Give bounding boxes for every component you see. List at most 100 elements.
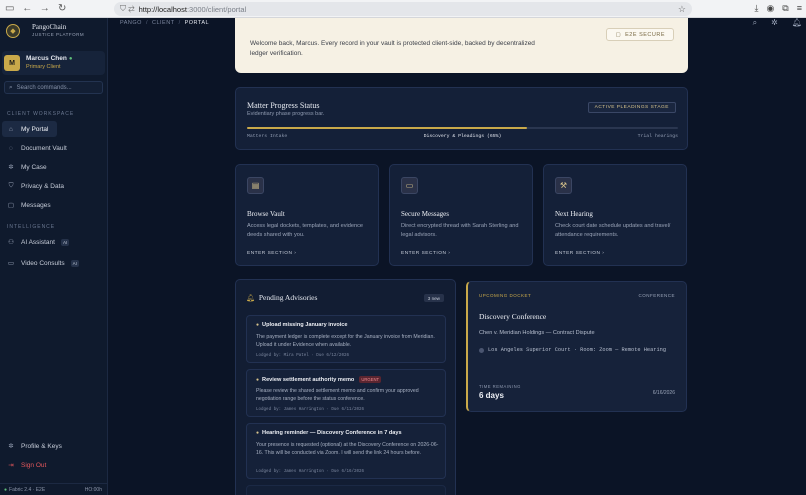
notifications-icon[interactable]: 🔔︎ — [792, 18, 802, 28]
extensions-icon[interactable]: ⧉ — [782, 3, 788, 14]
advisory-title: Upload missing January invoice — [262, 322, 348, 328]
breadcrumb-item[interactable]: CLIENT — [152, 20, 175, 26]
top-actions: ⌕ ✲ 🔔︎ — [753, 18, 802, 28]
advisory-meta: Lodged by: James Harrington · Due 6/16/2… — [256, 470, 365, 474]
sidebar-item-video-consults[interactable]: ▭ Video Consults AI — [0, 255, 107, 271]
sidebar-item-label: Video Consults — [21, 259, 65, 267]
sidebar-item-document-vault[interactable]: ◌ Document Vault — [0, 140, 107, 156]
tile-enter-link[interactable]: ENTER SECTION › — [247, 251, 296, 256]
address-bar[interactable]: ⛉ ⇄ http://localhost :3000/client/portal… — [114, 2, 692, 16]
brand[interactable]: ◆ PangoChain JUSTICE PLATFORM — [0, 18, 107, 44]
back-icon[interactable]: ← — [22, 3, 34, 14]
bullet-icon: ● — [256, 322, 260, 328]
sidebar-item-ai-assistant[interactable]: ⚇ AI Assistant AI — [0, 234, 107, 250]
video-icon: ▭ — [7, 260, 15, 267]
advisories-count-badge: 3 new — [423, 294, 444, 302]
advisory-meta: Lodged by: James Harrington · Due 6/11/2… — [256, 408, 365, 412]
gear-icon: ✲ — [8, 164, 14, 171]
reload-icon[interactable]: ↻ — [57, 3, 69, 14]
sidebar-item-my-portal[interactable]: ⌂ My Portal — [2, 121, 57, 137]
tile-enter-link[interactable]: ENTER SECTION › — [555, 251, 604, 256]
bullet-icon: ● — [256, 430, 260, 436]
e2e-label: E2E SECURE — [625, 31, 665, 38]
settings-icon[interactable]: ✲ — [771, 18, 778, 28]
breadcrumb-item[interactable]: PANGO — [120, 20, 142, 26]
tile-secure-messages[interactable]: ▭ Secure Messages Direct encrypted threa… — [389, 164, 533, 266]
tile-browse-vault[interactable]: ▤ Browse Vault Access legal dockets, tem… — [235, 164, 379, 266]
tile-description: Direct encrypted thread with Sarah Sterl… — [401, 223, 519, 238]
sidebar-item-messages[interactable]: ▢ Messages — [0, 197, 107, 213]
docket-date: 6/16/2026 — [652, 390, 675, 396]
e2e-secure-button[interactable]: ▢ E2E SECURE — [606, 28, 674, 41]
docket-kicker: UPCOMING DOCKET — [479, 293, 532, 298]
sidebar-toggle-icon[interactable]: ▭ — [4, 3, 16, 14]
chat-icon: ▭ — [401, 177, 418, 194]
sign-out-label: Sign Out — [21, 461, 47, 469]
chat-icon: ▢ — [7, 202, 15, 209]
advisory-title: Review settlement authority memo — [262, 376, 355, 383]
time-remaining-value: 6 days — [479, 391, 504, 400]
docket-case: Chen v. Meridian Holdings — Contract Dis… — [479, 330, 595, 336]
search-placeholder: Search commands... — [16, 84, 72, 91]
avatar: M — [4, 55, 20, 71]
url-host: http://localhost — [138, 4, 187, 14]
tile-title: Browse Vault — [247, 210, 285, 218]
account-icon[interactable]: ◉ — [766, 3, 774, 14]
user-card[interactable]: M Marcus Chen ● Primary Client — [2, 51, 105, 75]
bullet-icon: ● — [256, 376, 260, 383]
forward-icon[interactable]: → — [39, 3, 51, 14]
verified-icon: ● — [68, 56, 73, 62]
advisory-item[interactable] — [246, 485, 446, 495]
sign-out-button[interactable]: ⇥ Sign Out — [0, 457, 108, 473]
advisory-title: Hearing reminder — Discovery Conference … — [262, 430, 402, 436]
session-timer: HO:00h — [84, 486, 102, 493]
menu-icon[interactable]: ≡ — [797, 3, 802, 14]
time-remaining-label: TIME REMAINING — [479, 384, 521, 389]
tile-title: Secure Messages — [401, 210, 450, 218]
advisory-body: The payment ledger is complete except fo… — [256, 334, 435, 349]
browser-actions: ⤓ ◉ ⧉ ≡ — [754, 3, 802, 14]
logout-icon: ⇥ — [8, 462, 14, 469]
progress-current-label: Discovery & Pleadings (65%) — [423, 134, 502, 139]
progress-fill — [247, 127, 528, 129]
sidebar-item-label: My Portal — [21, 125, 49, 133]
sidebar-item-label: Document Vault — [21, 144, 67, 152]
sidebar-item-profile-keys[interactable]: ✲ Profile & Keys — [0, 438, 108, 454]
tile-description: Access legal dockets, templates, and evi… — [247, 223, 363, 238]
search-icon[interactable]: ⌕ — [753, 18, 757, 28]
shield-icon: ⛉ — [8, 182, 14, 189]
download-icon[interactable]: ⤓ — [754, 3, 758, 14]
upcoming-docket-card[interactable]: UPCOMING DOCKET CONFERENCE Discovery Con… — [466, 281, 687, 412]
bookmark-star-icon[interactable]: ☆ — [678, 4, 686, 15]
urgent-badge: URGENT — [359, 376, 382, 383]
pending-advisories-panel: 🔔︎ Pending Advisories 3 new ● Upload mis… — [235, 279, 456, 495]
status-footer: ● Fabric 2.4 · E2E HO:00h — [0, 483, 108, 495]
advisory-meta: Lodged by: Mira Patel · Due 6/12/2026 — [256, 354, 349, 358]
advisory-body: Please review the shared settlement memo… — [256, 388, 419, 403]
brand-name: PangoChain — [32, 23, 67, 31]
advisory-item[interactable]: ● Review settlement authority memo URGEN… — [246, 369, 446, 417]
stage-badge: ACTIVE PLEADINGS STAGE — [587, 102, 676, 113]
main-content: PANGO / CLIENT / PORTAL ⌕ ✲ 🔔︎ Welcome b… — [108, 18, 806, 495]
tile-title: Next Hearing — [555, 210, 593, 218]
advisory-item[interactable]: ● Upload missing January invoice The pay… — [246, 315, 446, 363]
progress-end-label: Trial hearings — [637, 134, 678, 139]
sidebar-item-privacy[interactable]: ⛉ Privacy & Data — [0, 178, 107, 194]
location-icon — [479, 347, 484, 353]
tile-next-hearing[interactable]: ⚒ Next Hearing Check court date schedule… — [543, 164, 687, 266]
sidebar-item-my-case[interactable]: ✲ My Case — [0, 159, 107, 175]
welcome-banner: Welcome back, Marcus. Every record in yo… — [235, 18, 688, 73]
tile-enter-link[interactable]: ENTER SECTION › — [401, 251, 450, 256]
gavel-icon: ⚒ — [555, 177, 572, 194]
sidebar-item-label: Profile & Keys — [21, 442, 62, 450]
brand-tagline: JUSTICE PLATFORM — [32, 32, 85, 37]
user-name: Marcus Chen — [26, 55, 67, 62]
progress-title: Matter Progress Status — [247, 101, 320, 110]
tile-description: Check court date schedule updates and tr… — [555, 223, 671, 238]
advisory-item[interactable]: ● Hearing reminder — Discovery Conferenc… — [246, 423, 446, 479]
browser-nav: ▭ ← → ↻ — [4, 3, 68, 14]
breadcrumb-current: PORTAL — [184, 20, 210, 26]
ai-badge: AI — [60, 238, 70, 246]
sidebar-item-label: AI Assistant — [21, 238, 55, 246]
command-search[interactable]: ⌕ Search commands... — [4, 81, 103, 94]
